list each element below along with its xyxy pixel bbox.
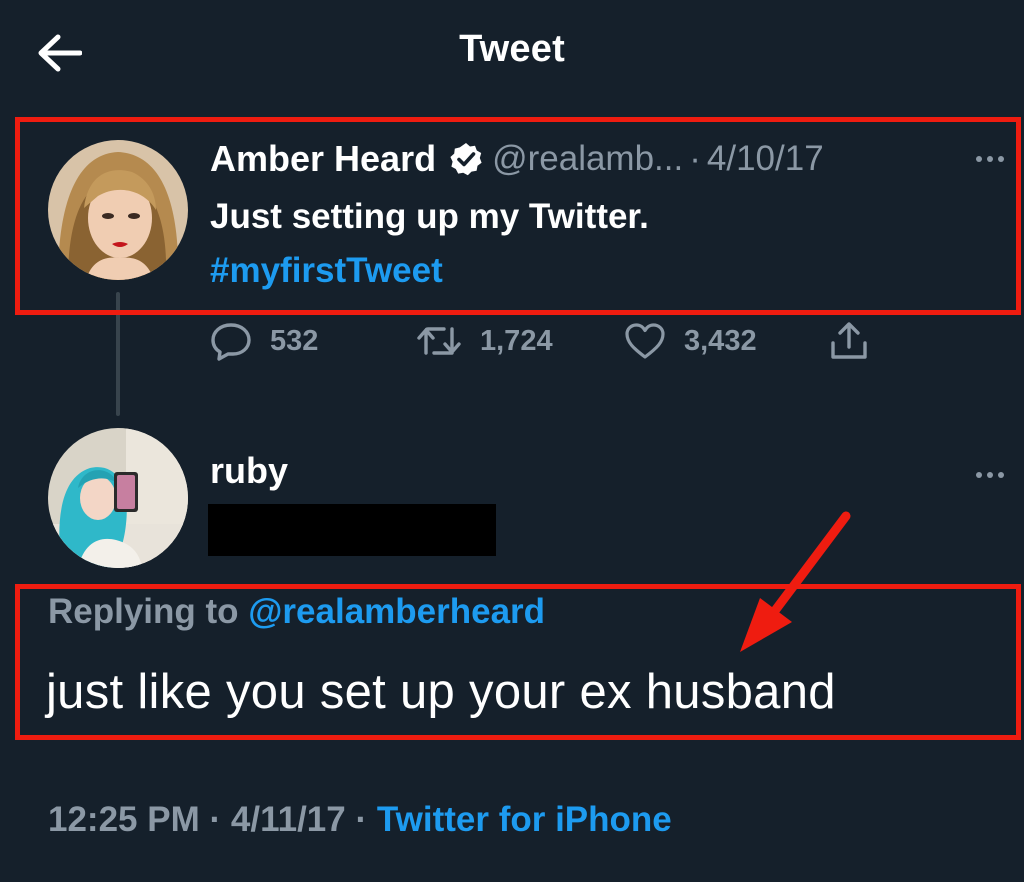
original-tweet-actions: 532 1,724 3,432 (210, 316, 870, 366)
retweet-count: 1,724 (480, 324, 553, 357)
like-button[interactable]: 3,432 (624, 322, 828, 360)
highlight-box-original-tweet (15, 117, 1021, 315)
like-count: 3,432 (684, 324, 757, 357)
share-icon (831, 322, 867, 359)
reply-tweet-more-button[interactable] (970, 466, 1010, 484)
more-dot-icon (987, 472, 993, 478)
retweet-icon (417, 327, 461, 355)
redaction-bar (208, 504, 496, 556)
tweet-detail-screen: Tweet Amber Heard @realamb... · 4/10/17 (0, 0, 1024, 882)
reply-count: 532 (270, 324, 319, 357)
highlight-box-reply (15, 584, 1021, 740)
more-dot-icon (976, 472, 982, 478)
retweet-button[interactable]: 1,724 (416, 323, 624, 359)
top-bar: Tweet (0, 0, 1024, 100)
meta-separator: · (209, 800, 222, 839)
more-dot-icon (998, 472, 1004, 478)
reply-date[interactable]: 4/11/17 (231, 800, 346, 839)
share-button[interactable] (828, 321, 870, 361)
reply-icon (211, 323, 251, 361)
tweet-source-link[interactable]: Twitter for iPhone (377, 800, 672, 839)
avatar-ruby[interactable] (48, 428, 188, 568)
meta-separator: · (355, 800, 368, 839)
reply-meta-line: 12:25 PM · 4/11/17 · Twitter for iPhone (48, 800, 672, 840)
reply-author-name[interactable]: ruby (210, 450, 288, 492)
reply-button[interactable]: 532 (210, 321, 416, 361)
reply-time[interactable]: 12:25 PM (48, 800, 200, 839)
page-title: Tweet (459, 28, 565, 70)
heart-icon (625, 323, 665, 359)
